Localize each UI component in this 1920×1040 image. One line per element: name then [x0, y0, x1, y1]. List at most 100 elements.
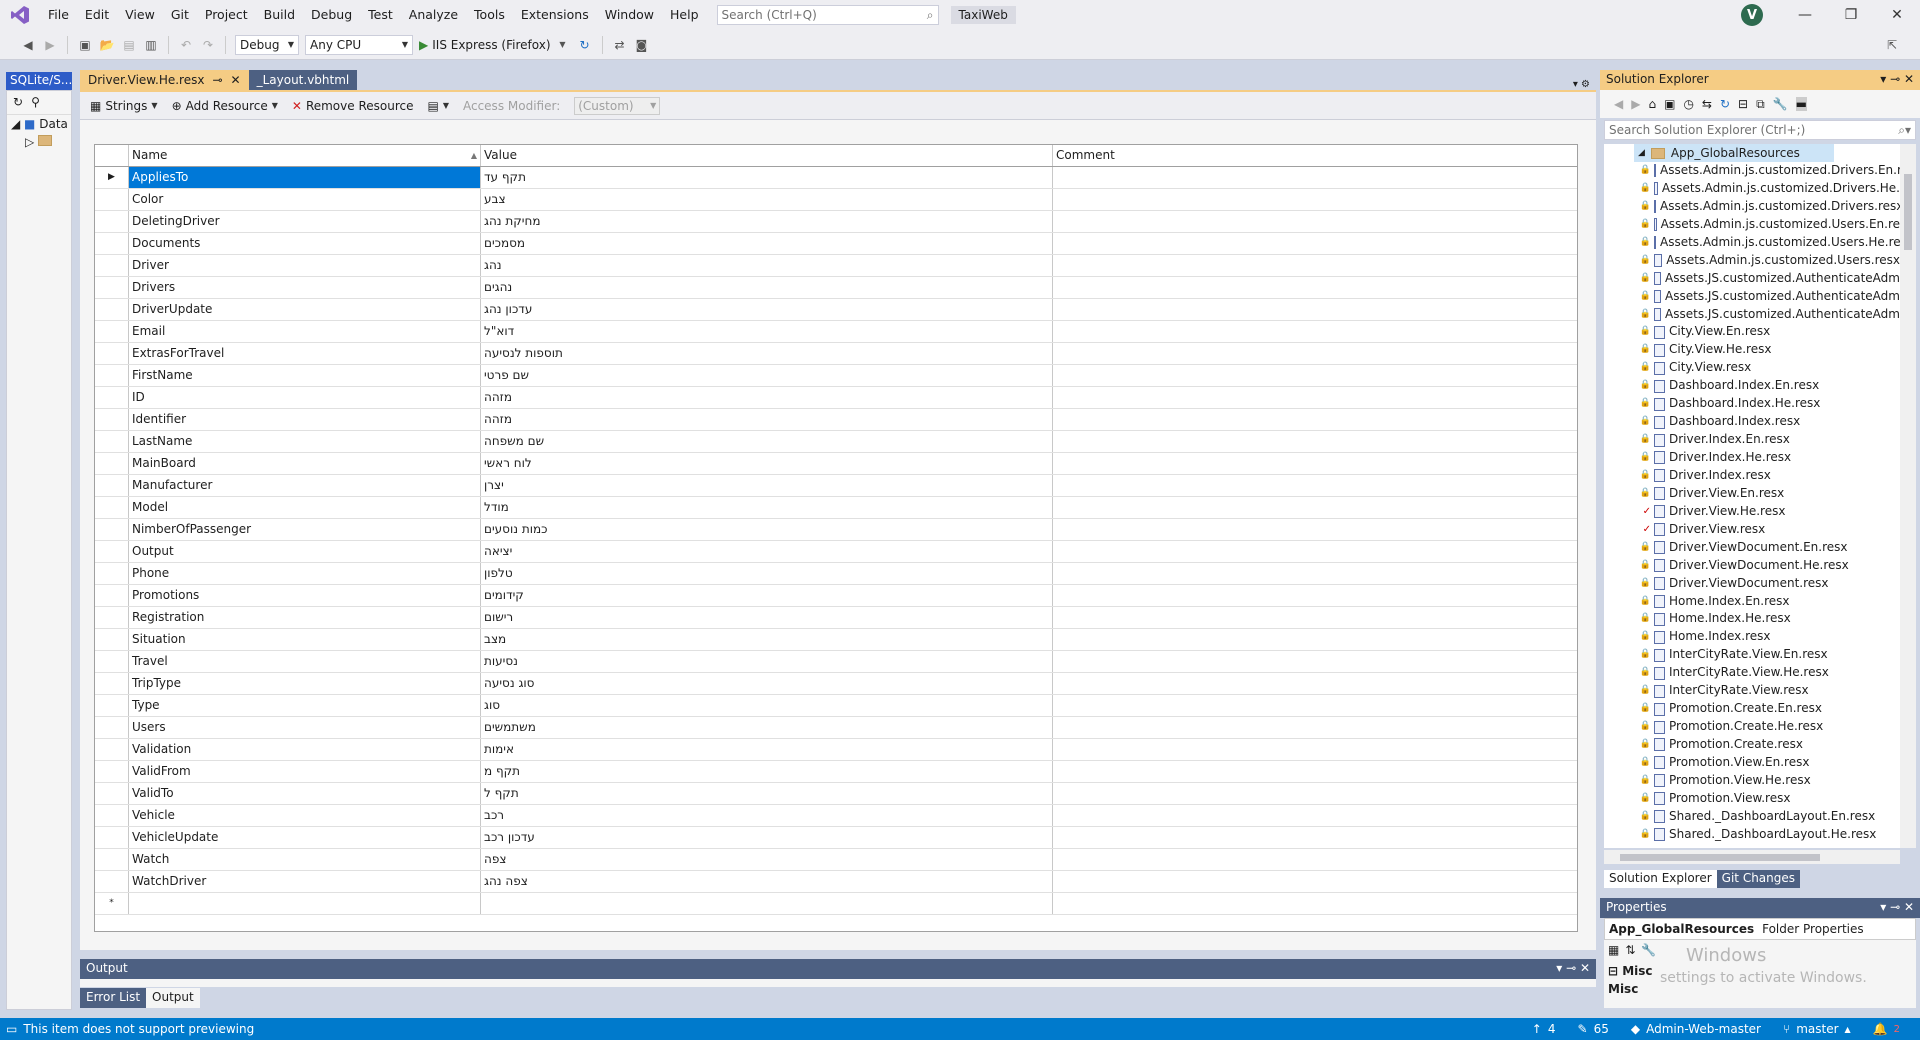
- tree-item-file[interactable]: ✓ Driver.View.resx: [1604, 521, 1900, 539]
- cell-value[interactable]: רכב: [481, 805, 1053, 826]
- cell-comment[interactable]: [1053, 585, 1577, 606]
- cell-value[interactable]: מסמכים: [481, 233, 1053, 254]
- property-pages-icon[interactable]: 🔧: [1641, 943, 1656, 959]
- cell-comment[interactable]: [1053, 783, 1577, 804]
- tree-item-file[interactable]: 🔒 Home.Index.He.resx: [1604, 610, 1900, 628]
- cell-value[interactable]: משתמשים: [481, 717, 1053, 738]
- table-row[interactable]: NimberOfPassenger כמות נוסעים: [95, 519, 1577, 541]
- cell-name[interactable]: Vehicle: [129, 805, 481, 826]
- table-row[interactable]: Output יציאה: [95, 541, 1577, 563]
- row-header[interactable]: [95, 541, 129, 562]
- table-row[interactable]: Identifier מזהה: [95, 409, 1577, 431]
- cell-value[interactable]: כמות נוסעים: [481, 519, 1053, 540]
- column-header-comment[interactable]: Comment: [1053, 145, 1577, 166]
- cell-name[interactable]: Type: [129, 695, 481, 716]
- cell-name[interactable]: VehicleUpdate: [129, 827, 481, 848]
- menu-analyze[interactable]: Analyze: [401, 0, 466, 30]
- cell-name[interactable]: Driver: [129, 255, 481, 276]
- table-row[interactable]: TripType סוג נסיעה: [95, 673, 1577, 695]
- save-all-icon[interactable]: ▥: [143, 37, 159, 53]
- row-header[interactable]: [95, 233, 129, 254]
- menu-view[interactable]: View: [117, 0, 163, 30]
- undo-icon[interactable]: ↶: [178, 37, 194, 53]
- table-row[interactable]: DriverUpdate עדכון נהג: [95, 299, 1577, 321]
- categorized-icon[interactable]: ▦: [1608, 943, 1619, 959]
- cell-comment[interactable]: [1053, 717, 1577, 738]
- tree-item-app-globalresources[interactable]: ◢ App_GlobalResources: [1634, 144, 1834, 162]
- tree-item-file[interactable]: 🔒 Promotion.View.He.resx: [1604, 772, 1900, 790]
- pin-icon[interactable]: ⊸: [212, 73, 222, 87]
- cell-name[interactable]: NimberOfPassenger: [129, 519, 481, 540]
- table-row[interactable]: ValidTo תקף ל: [95, 783, 1577, 805]
- table-row[interactable]: WatchDriver צפה נהג: [95, 871, 1577, 893]
- cell-comment[interactable]: [1053, 673, 1577, 694]
- cell-comment[interactable]: [1053, 739, 1577, 760]
- cell-name[interactable]: Promotions: [129, 585, 481, 606]
- collapse-all-icon[interactable]: ⊟: [1738, 97, 1748, 111]
- pending-changes-icon[interactable]: ◷: [1683, 97, 1693, 111]
- cell-value[interactable]: רישום: [481, 607, 1053, 628]
- cell-comment[interactable]: [1053, 651, 1577, 672]
- cell-comment[interactable]: [1053, 607, 1577, 628]
- cell-name[interactable]: ValidTo: [129, 783, 481, 804]
- tree-item-file[interactable]: 🔒 Assets.JS.customized.AuthenticateAdm: [1604, 270, 1900, 288]
- column-header-name[interactable]: Name ▲: [129, 145, 481, 166]
- row-header[interactable]: [95, 585, 129, 606]
- notifications-button[interactable]: 🔔 2: [1873, 1022, 1900, 1036]
- search-input[interactable]: Search (Ctrl+Q) ⌕: [716, 5, 939, 25]
- cell-comment[interactable]: [1053, 629, 1577, 650]
- table-row[interactable]: Manufacturer יצרן: [95, 475, 1577, 497]
- table-row[interactable]: ValidFrom תקף מ: [95, 761, 1577, 783]
- cell-comment[interactable]: [1053, 365, 1577, 386]
- table-row[interactable]: Email דוא"ל: [95, 321, 1577, 343]
- table-row[interactable]: Vehicle רכב: [95, 805, 1577, 827]
- sync-icon[interactable]: ⇆: [1702, 97, 1712, 111]
- tree-item-file[interactable]: 🔒 Shared._DashboardLayout.En.resx: [1604, 808, 1900, 826]
- row-header[interactable]: [95, 255, 129, 276]
- tree-item-file[interactable]: 🔒 Home.Index.En.resx: [1604, 593, 1900, 611]
- restore-icon[interactable]: ❐: [1828, 0, 1874, 30]
- cell-comment[interactable]: [1053, 849, 1577, 870]
- cell-value[interactable]: מחיקת נהג: [481, 211, 1053, 232]
- cell-name[interactable]: ID: [129, 387, 481, 408]
- cell-value[interactable]: מצב: [481, 629, 1053, 650]
- cell-comment[interactable]: [1053, 189, 1577, 210]
- remove-resource-button[interactable]: ✕ Remove Resource: [292, 99, 414, 113]
- row-header[interactable]: ▶: [95, 167, 129, 188]
- row-header[interactable]: [95, 387, 129, 408]
- home-icon[interactable]: ⌂: [1648, 97, 1656, 111]
- forward-icon[interactable]: ▶: [1631, 97, 1640, 111]
- cell-value[interactable]: עדכון רכב: [481, 827, 1053, 848]
- tree-item-file[interactable]: 🔒 Home.Index.resx: [1604, 628, 1900, 646]
- cell-name[interactable]: FirstName: [129, 365, 481, 386]
- menu-tools[interactable]: Tools: [466, 0, 513, 30]
- tab-error-list[interactable]: Error List: [80, 988, 147, 1008]
- tree-item-file[interactable]: 🔒 Assets.Admin.js.customized.Users.En.re: [1604, 216, 1900, 234]
- table-row[interactable]: Drivers נהגים: [95, 277, 1577, 299]
- tree-item-file[interactable]: 🔒 Dashboard.Index.resx: [1604, 413, 1900, 431]
- table-row[interactable]: Promotions קידומים: [95, 585, 1577, 607]
- platform-dropdown[interactable]: Any CPU ▼: [305, 34, 413, 55]
- tab-sqlite-explorer[interactable]: SQLite/S...: [6, 72, 72, 90]
- table-row[interactable]: Model מודל: [95, 497, 1577, 519]
- menu-project[interactable]: Project: [197, 0, 256, 30]
- cell-name[interactable]: AppliesTo: [129, 167, 481, 188]
- row-header[interactable]: [95, 519, 129, 540]
- cell-comment[interactable]: [1053, 497, 1577, 518]
- row-header[interactable]: [95, 299, 129, 320]
- cell-comment[interactable]: [1053, 453, 1577, 474]
- tree-item-data[interactable]: ◢ ■ Data: [7, 115, 71, 133]
- cell-value[interactable]: יצרן: [481, 475, 1053, 496]
- switch-views-icon[interactable]: ▣: [1664, 97, 1675, 111]
- row-header[interactable]: [95, 651, 129, 672]
- tree-item-file[interactable]: 🔒 Shared._DashboardLayout.He.resx: [1604, 826, 1900, 844]
- tree-item-file[interactable]: 🔒 City.View.He.resx: [1604, 341, 1900, 359]
- cell-value[interactable]: נהגים: [481, 277, 1053, 298]
- tree-item-file[interactable]: ✓ Driver.View.He.resx: [1604, 503, 1900, 521]
- menu-edit[interactable]: Edit: [77, 0, 117, 30]
- tree-item-file[interactable]: 🔒 Assets.Admin.js.customized.Drivers.resx: [1604, 198, 1900, 216]
- cell-name[interactable]: Output: [129, 541, 481, 562]
- cell-comment[interactable]: [1053, 387, 1577, 408]
- save-icon[interactable]: ▤: [121, 37, 137, 53]
- cell-name[interactable]: ValidFrom: [129, 761, 481, 782]
